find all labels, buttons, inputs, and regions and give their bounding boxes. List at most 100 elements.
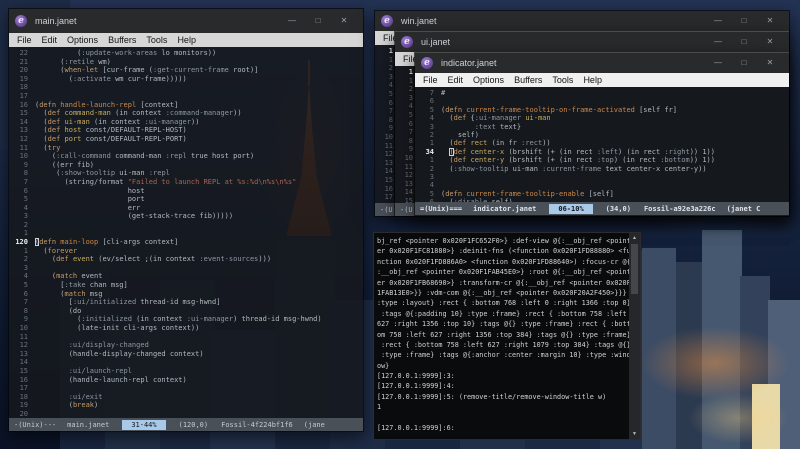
scroll-up-icon[interactable]: ▲ bbox=[632, 234, 637, 242]
close-button[interactable]: ✕ bbox=[757, 54, 783, 72]
city-building-lit bbox=[642, 248, 676, 449]
minimize-button[interactable]: — bbox=[279, 12, 305, 30]
maximize-button[interactable]: □ bbox=[305, 12, 331, 30]
city-building-lit bbox=[702, 230, 742, 449]
menu-item-edit[interactable]: Edit bbox=[37, 35, 63, 45]
line-number: 12 bbox=[404, 171, 413, 180]
editor-buffer-main[interactable]: 22 (:update-work-areas lo monitors)) 21 (… bbox=[9, 47, 363, 418]
line-number: 1 bbox=[23, 246, 28, 255]
line-number: 14 bbox=[404, 188, 413, 197]
menu-item-options[interactable]: Options bbox=[468, 75, 509, 85]
code-row: 8 (:show-tooltip ui-man :repl bbox=[9, 169, 363, 178]
menu-item-edit[interactable]: Edit bbox=[443, 75, 469, 85]
code-row: 18 bbox=[9, 83, 363, 92]
terminal-line: [127.0.0.1:9999]:6: bbox=[377, 424, 455, 433]
code-text: (:activate wm cur-frame))))) bbox=[35, 74, 187, 83]
city-building bbox=[676, 262, 704, 449]
line-number: 8 bbox=[408, 136, 413, 145]
window-title: ui.janet bbox=[421, 37, 451, 47]
line-number: 3 bbox=[408, 93, 413, 102]
line-number: 1 bbox=[23, 229, 28, 238]
line-number: 5 bbox=[429, 105, 434, 114]
line-number: 19 bbox=[19, 401, 28, 410]
code-text: (defn main-loop [cli-args context] bbox=[35, 238, 179, 247]
line-number: 4 bbox=[408, 102, 413, 111]
scroll-down-icon[interactable]: ▼ bbox=[632, 430, 637, 438]
code-row: 9 (:initialized (in context :ui-manager)… bbox=[9, 315, 363, 324]
line-number: 2 bbox=[429, 164, 434, 173]
line-number: 17 bbox=[19, 384, 28, 393]
code-row: 1 (def rect (in fr :rect)) bbox=[415, 139, 789, 147]
line-number: 5 bbox=[388, 89, 393, 98]
scroll-thumb[interactable] bbox=[631, 244, 638, 294]
titlebar[interactable]: e main.janet — □ ✕ bbox=[9, 9, 363, 33]
code-text: ((err fib) bbox=[35, 160, 95, 169]
code-text: (def rect (in fr :rect)) bbox=[441, 139, 551, 148]
code-row: 7 [:ui/initialized thread-id msg-hwnd] bbox=[9, 298, 363, 307]
code-text: (do bbox=[35, 306, 82, 315]
code-row: 5 (defn current-frame-tooltip-on-frame-ac… bbox=[415, 106, 789, 114]
menu-item-help[interactable]: Help bbox=[172, 35, 201, 45]
menu-item-file[interactable]: File bbox=[418, 75, 443, 85]
maximize-button[interactable]: □ bbox=[731, 54, 757, 72]
mode-line: -(Unix)--- main.janet 31-44% (120,0) Fos… bbox=[9, 418, 363, 431]
code-text: (get-stack-trace fib))))) bbox=[35, 212, 234, 221]
menu-item-help[interactable]: Help bbox=[578, 75, 607, 85]
titlebar[interactable]: e win.janet — □ ✕ bbox=[375, 11, 789, 31]
terminal-output[interactable]: bj_ref <pointer 0x020F1FC652F0>} :def-vi… bbox=[374, 233, 629, 439]
terminal-line: :type :frame} :tags @{:anchor :center :m… bbox=[377, 351, 629, 360]
terminal-line: 1FAB13E0>}} :vdm-com @{:__obj_ref <point… bbox=[377, 288, 627, 297]
line-number: 14 bbox=[384, 167, 393, 176]
minimize-button[interactable]: — bbox=[705, 33, 731, 51]
code-text: (break) bbox=[35, 401, 99, 410]
menu-item-options[interactable]: Options bbox=[62, 35, 103, 45]
maximize-button[interactable]: □ bbox=[731, 33, 757, 51]
minimize-button[interactable]: — bbox=[705, 12, 731, 30]
emacs-icon: e bbox=[15, 15, 27, 27]
code-row: 9 ((err fib) bbox=[9, 161, 363, 170]
line-number: 9 bbox=[408, 145, 413, 154]
terminal-scrollbar[interactable]: ▲ ▼ bbox=[629, 233, 640, 439]
minimize-button[interactable]: — bbox=[705, 54, 731, 72]
code-row: 3 bbox=[415, 173, 789, 181]
modeline-fragment: -(U bbox=[400, 205, 413, 214]
line-number: 1 bbox=[429, 156, 434, 165]
code-text: :text text} bbox=[474, 122, 522, 131]
code-row: 2 self) bbox=[415, 131, 789, 139]
titlebar[interactable]: e ui.janet — □ ✕ bbox=[395, 32, 789, 52]
modeline-buffer-name: indicator.janet bbox=[473, 204, 537, 213]
maximize-button[interactable]: □ bbox=[731, 12, 757, 30]
modeline-vcs-revision: Fossil-a92e3a226c bbox=[643, 204, 716, 213]
line-number: 2 bbox=[408, 85, 413, 94]
menu-item-tools[interactable]: Tools bbox=[141, 35, 172, 45]
menu-item-buffers[interactable]: Buffers bbox=[509, 75, 547, 85]
code-row: 17 bbox=[9, 92, 363, 101]
menu-item-file[interactable]: File bbox=[12, 35, 37, 45]
terminal-line: :tags @{:padding 10} :type :frame} :rect… bbox=[377, 309, 627, 318]
menu-item-tools[interactable]: Tools bbox=[547, 75, 578, 85]
editor-buffer-indicator[interactable]: 7 #6 5 (defn current-frame-tooltip-on-frame… bbox=[415, 87, 789, 202]
window-controls: — □ ✕ bbox=[705, 54, 783, 72]
close-button[interactable]: ✕ bbox=[331, 12, 357, 30]
titlebar[interactable]: e indicator.janet — □ ✕ bbox=[415, 53, 789, 73]
code-row: 12 (def port const/DEFAULT-REPL-PORT) bbox=[9, 135, 363, 144]
line-number: 2 bbox=[23, 255, 28, 264]
line-number: 11 bbox=[19, 143, 28, 152]
code-text: (:call-command command-man :repl true ho… bbox=[35, 152, 255, 161]
line-number: 11 bbox=[404, 162, 413, 171]
line-number: 17 bbox=[384, 193, 393, 202]
code-text: (when-let [cur-frame (:get-current-frame… bbox=[35, 66, 259, 75]
code-row: 15 (def command-man (in context :command… bbox=[9, 109, 363, 118]
line-number: 3 bbox=[429, 122, 434, 131]
line-number: 4 bbox=[23, 203, 28, 212]
window-repl-terminal: bj_ref <pointer 0x020F1FC652F0>} :def-vi… bbox=[373, 232, 641, 440]
code-row: 18 :ui/exit bbox=[9, 393, 363, 402]
terminal-line: 1 bbox=[377, 403, 382, 412]
terminal-line: om 758 :left 627 :right 1356 :top 384} :… bbox=[377, 330, 629, 339]
close-button[interactable]: ✕ bbox=[757, 33, 783, 51]
menu-item-buffers[interactable]: Buffers bbox=[103, 35, 141, 45]
modeline-prefix: -(Unix)--- bbox=[14, 420, 57, 429]
emacs-icon: e bbox=[421, 57, 433, 69]
terminal-line: ow} bbox=[377, 361, 390, 370]
close-button[interactable]: ✕ bbox=[757, 12, 783, 30]
